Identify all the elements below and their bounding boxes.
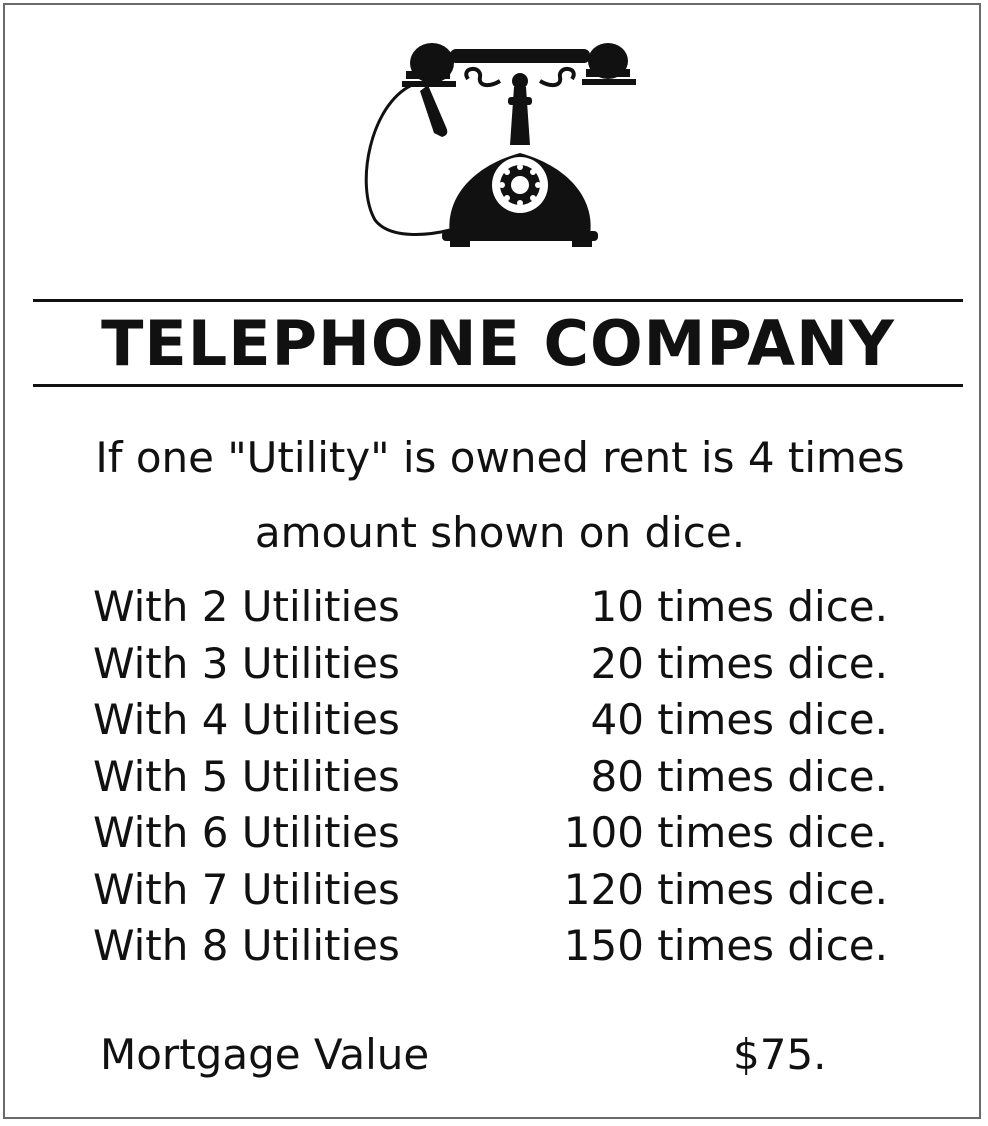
telephone-icon xyxy=(364,43,636,247)
rent-row-label: With 6 Utilities xyxy=(93,808,400,857)
rent-row-value: 40 times dice. xyxy=(590,695,888,744)
rent-row: With 2 Utilities 10 times dice. xyxy=(5,582,988,639)
rent-row-label: With 3 Utilities xyxy=(93,638,400,688)
rent-row: With 6 Utilities 100 times dice. xyxy=(5,808,988,865)
rent-row-value: 80 times dice. xyxy=(590,751,888,801)
rent-row-label: With 4 Utilities xyxy=(93,695,400,744)
property-card: TELEPHONE COMPANY If one "Utility" is ow… xyxy=(3,3,981,1119)
rent-row-value: 150 times dice. xyxy=(563,921,888,970)
mortgage-row: Mortgage Value $75. xyxy=(5,1030,988,1086)
rent-row-value: 100 times dice. xyxy=(563,808,888,857)
rent-row: With 7 Utilities 120 times dice. xyxy=(5,865,988,922)
rent-row: With 3 Utilities 20 times dice. xyxy=(5,639,988,696)
card-title: TELEPHONE COMPANY xyxy=(101,307,895,380)
title-top-rule xyxy=(33,299,963,302)
rent-row-label: With 2 Utilities xyxy=(93,582,400,631)
rent-row: With 4 Utilities 40 times dice. xyxy=(5,695,988,752)
rent-row: With 8 Utilities 150 times dice. xyxy=(5,921,988,978)
rent-row-value: 120 times dice. xyxy=(563,864,888,914)
rent-row: With 5 Utilities 80 times dice. xyxy=(5,752,988,809)
rent-description-line-2: amount shown on dice. xyxy=(254,508,746,557)
rent-description-line-1: If one "Utility" is owned rent is 4 time… xyxy=(95,433,905,482)
mortgage-label: Mortgage Value xyxy=(100,1030,430,1079)
rent-row-label: With 5 Utilities xyxy=(93,751,400,801)
title-bottom-rule xyxy=(33,384,963,387)
rent-row-value: 10 times dice. xyxy=(590,582,888,631)
mortgage-value: $75. xyxy=(733,1030,827,1079)
rent-row-value: 20 times dice. xyxy=(590,638,888,688)
rent-row-label: With 8 Utilities xyxy=(93,921,400,970)
rent-table: With 2 Utilities 10 times dice. With 3 U… xyxy=(5,582,988,978)
rent-row-label: With 7 Utilities xyxy=(93,864,400,914)
